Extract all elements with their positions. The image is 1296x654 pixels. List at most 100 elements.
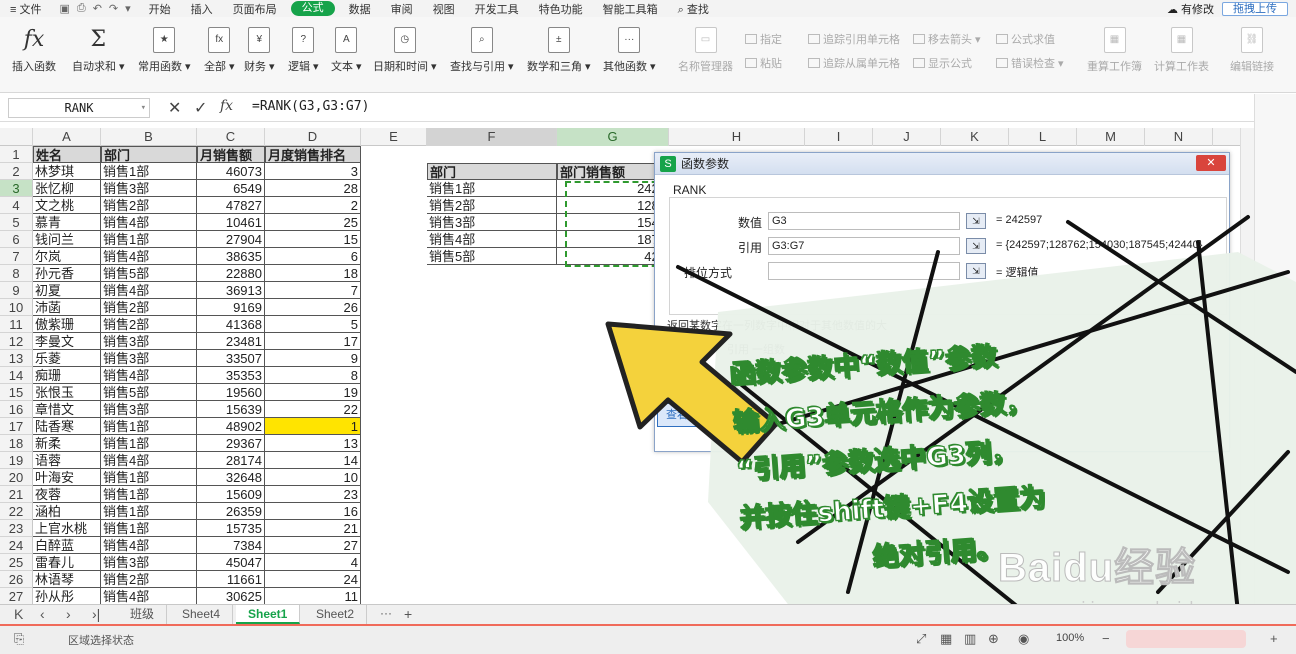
table-cell[interactable]: 26 [265, 299, 361, 316]
row-header[interactable]: 11 [0, 316, 33, 333]
show-formulas-button[interactable]: 显示公式 [913, 55, 972, 71]
table-header-cell[interactable]: 月度销售排名 [265, 146, 361, 163]
table-cell[interactable]: 47827 [197, 197, 265, 214]
table-cell[interactable]: 17 [265, 333, 361, 350]
arg-input-number[interactable]: G3 [768, 212, 960, 230]
row-header[interactable]: 23 [0, 520, 33, 537]
table-cell[interactable]: 钱问兰 [33, 231, 101, 248]
table-cell[interactable]: 2 [265, 197, 361, 214]
table-cell[interactable]: 痴珊 [33, 367, 101, 384]
trace-precedents-button[interactable]: 追踪引用单元格 [808, 31, 900, 47]
row-header[interactable]: 1 [0, 146, 33, 163]
table-cell[interactable]: 15 [265, 231, 361, 248]
table-header-cell[interactable]: 姓名 [33, 146, 101, 163]
table-cell[interactable]: 16 [265, 503, 361, 520]
vertical-scrollbar[interactable] [1240, 128, 1254, 604]
row-header[interactable]: 3 [0, 180, 33, 197]
column-header[interactable]: G [557, 128, 669, 146]
zoom-slider[interactable] [1126, 630, 1246, 648]
table-cell[interactable]: 新柔 [33, 435, 101, 452]
table-cell[interactable]: 初夏 [33, 282, 101, 299]
table-cell[interactable]: 销售1部 [101, 435, 197, 452]
row-header[interactable]: 27 [0, 588, 33, 604]
table-cell[interactable]: 乐菱 [33, 350, 101, 367]
table-cell[interactable]: 36913 [197, 282, 265, 299]
table-cell[interactable]: 章惜文 [33, 401, 101, 418]
tab-developer[interactable]: 开发工具 [465, 1, 529, 17]
table-cell[interactable]: 4 [265, 554, 361, 571]
more-sheets-icon[interactable]: ··· [380, 606, 392, 620]
prev-sheet-icon[interactable]: ‹ [40, 606, 45, 622]
table-cell[interactable]: 文之桃 [33, 197, 101, 214]
recalc-workbook-button[interactable]: ▦ 重算工作簿 [1087, 27, 1142, 74]
table-cell[interactable]: 10 [265, 469, 361, 486]
table-cell[interactable]: 48902 [197, 418, 265, 435]
lookup-button[interactable]: ⌕ 查找与引用 ▾ [450, 27, 514, 74]
table-cell[interactable]: 沛菡 [33, 299, 101, 316]
table-cell[interactable]: 孙元香 [33, 265, 101, 282]
row-header[interactable]: 13 [0, 350, 33, 367]
table-cell[interactable]: 29367 [197, 435, 265, 452]
table-cell[interactable]: 销售4部 [101, 537, 197, 554]
table-header-cell[interactable]: 部门销售额 [557, 163, 669, 180]
table-cell[interactable]: 销售3部 [101, 333, 197, 350]
table-cell[interactable]: 33507 [197, 350, 265, 367]
row-header[interactable]: 8 [0, 265, 33, 282]
table-cell[interactable]: 销售3部 [101, 350, 197, 367]
autosum-button[interactable]: Σ 自动求和 ▾ [72, 27, 125, 74]
row-header[interactable]: 5 [0, 214, 33, 231]
tab-home[interactable]: 开始 [139, 1, 181, 17]
table-cell[interactable]: 傲紫珊 [33, 316, 101, 333]
column-header[interactable]: K [941, 128, 1009, 146]
table-cell[interactable]: 25 [265, 214, 361, 231]
table-cell[interactable]: 张恨玉 [33, 384, 101, 401]
range-picker-icon[interactable]: ⇲ [966, 263, 986, 279]
text-button[interactable]: A 文本 ▾ [331, 27, 362, 74]
finance-button[interactable]: ¥ 财务 ▾ [244, 27, 275, 74]
row-header[interactable]: 6 [0, 231, 33, 248]
math-button[interactable]: ± 数学和三角 ▾ [527, 27, 591, 74]
row-header[interactable]: 12 [0, 333, 33, 350]
column-header[interactable]: H [669, 128, 805, 146]
table-cell[interactable]: 销售1部 [101, 520, 197, 537]
row-header[interactable]: 25 [0, 554, 33, 571]
table-cell[interactable]: 销售3部 [101, 401, 197, 418]
range-picker-icon[interactable]: ⇲ [966, 238, 986, 254]
row-header[interactable]: 4 [0, 197, 33, 214]
table-cell[interactable]: 销售2部 [101, 571, 197, 588]
close-button[interactable]: ✕ [1196, 155, 1226, 171]
column-header[interactable]: I [805, 128, 873, 146]
menu-file[interactable]: ≡ 文件 [0, 1, 51, 17]
table-cell[interactable]: 销售4部 [101, 282, 197, 299]
table-cell[interactable]: 尔岚 [33, 248, 101, 265]
chevron-down-icon[interactable]: ▾ [141, 99, 146, 117]
table-cell[interactable]: 10461 [197, 214, 265, 231]
table-cell[interactable]: 26359 [197, 503, 265, 520]
row-header[interactable]: 17 [0, 418, 33, 435]
table-cell[interactable]: 27904 [197, 231, 265, 248]
table-cell[interactable]: 28174 [197, 452, 265, 469]
table-cell[interactable]: 22880 [197, 265, 265, 282]
row-header[interactable]: 22 [0, 503, 33, 520]
table-cell[interactable]: 销售5部 [101, 384, 197, 401]
table-cell[interactable]: 22 [265, 401, 361, 418]
table-cell[interactable]: 8 [265, 367, 361, 384]
table-cell[interactable]: 慕青 [33, 214, 101, 231]
table-cell[interactable]: 销售1部 [101, 418, 197, 435]
table-cell[interactable]: 销售4部 [101, 248, 197, 265]
name-box[interactable]: RANK ▾ [8, 98, 150, 118]
table-cell[interactable]: 销售4部 [101, 452, 197, 469]
undo-icon[interactable]: ↶ [93, 2, 102, 15]
table-header-cell[interactable]: 部门 [427, 163, 557, 180]
table-cell[interactable]: 9 [265, 350, 361, 367]
arg-input-ref[interactable]: G3:G7 [768, 237, 960, 255]
column-header[interactable]: C [197, 128, 265, 146]
arg-input-order[interactable] [768, 262, 960, 280]
table-cell[interactable]: 销售4部 [101, 367, 197, 384]
add-sheet-icon[interactable]: + [404, 606, 412, 622]
table-cell[interactable]: 销售2部 [427, 197, 557, 214]
table-cell[interactable]: 林语琴 [33, 571, 101, 588]
table-cell[interactable]: 涵柏 [33, 503, 101, 520]
table-cell[interactable]: 1875 [557, 231, 669, 248]
table-header-cell[interactable]: 部门 [101, 146, 197, 163]
